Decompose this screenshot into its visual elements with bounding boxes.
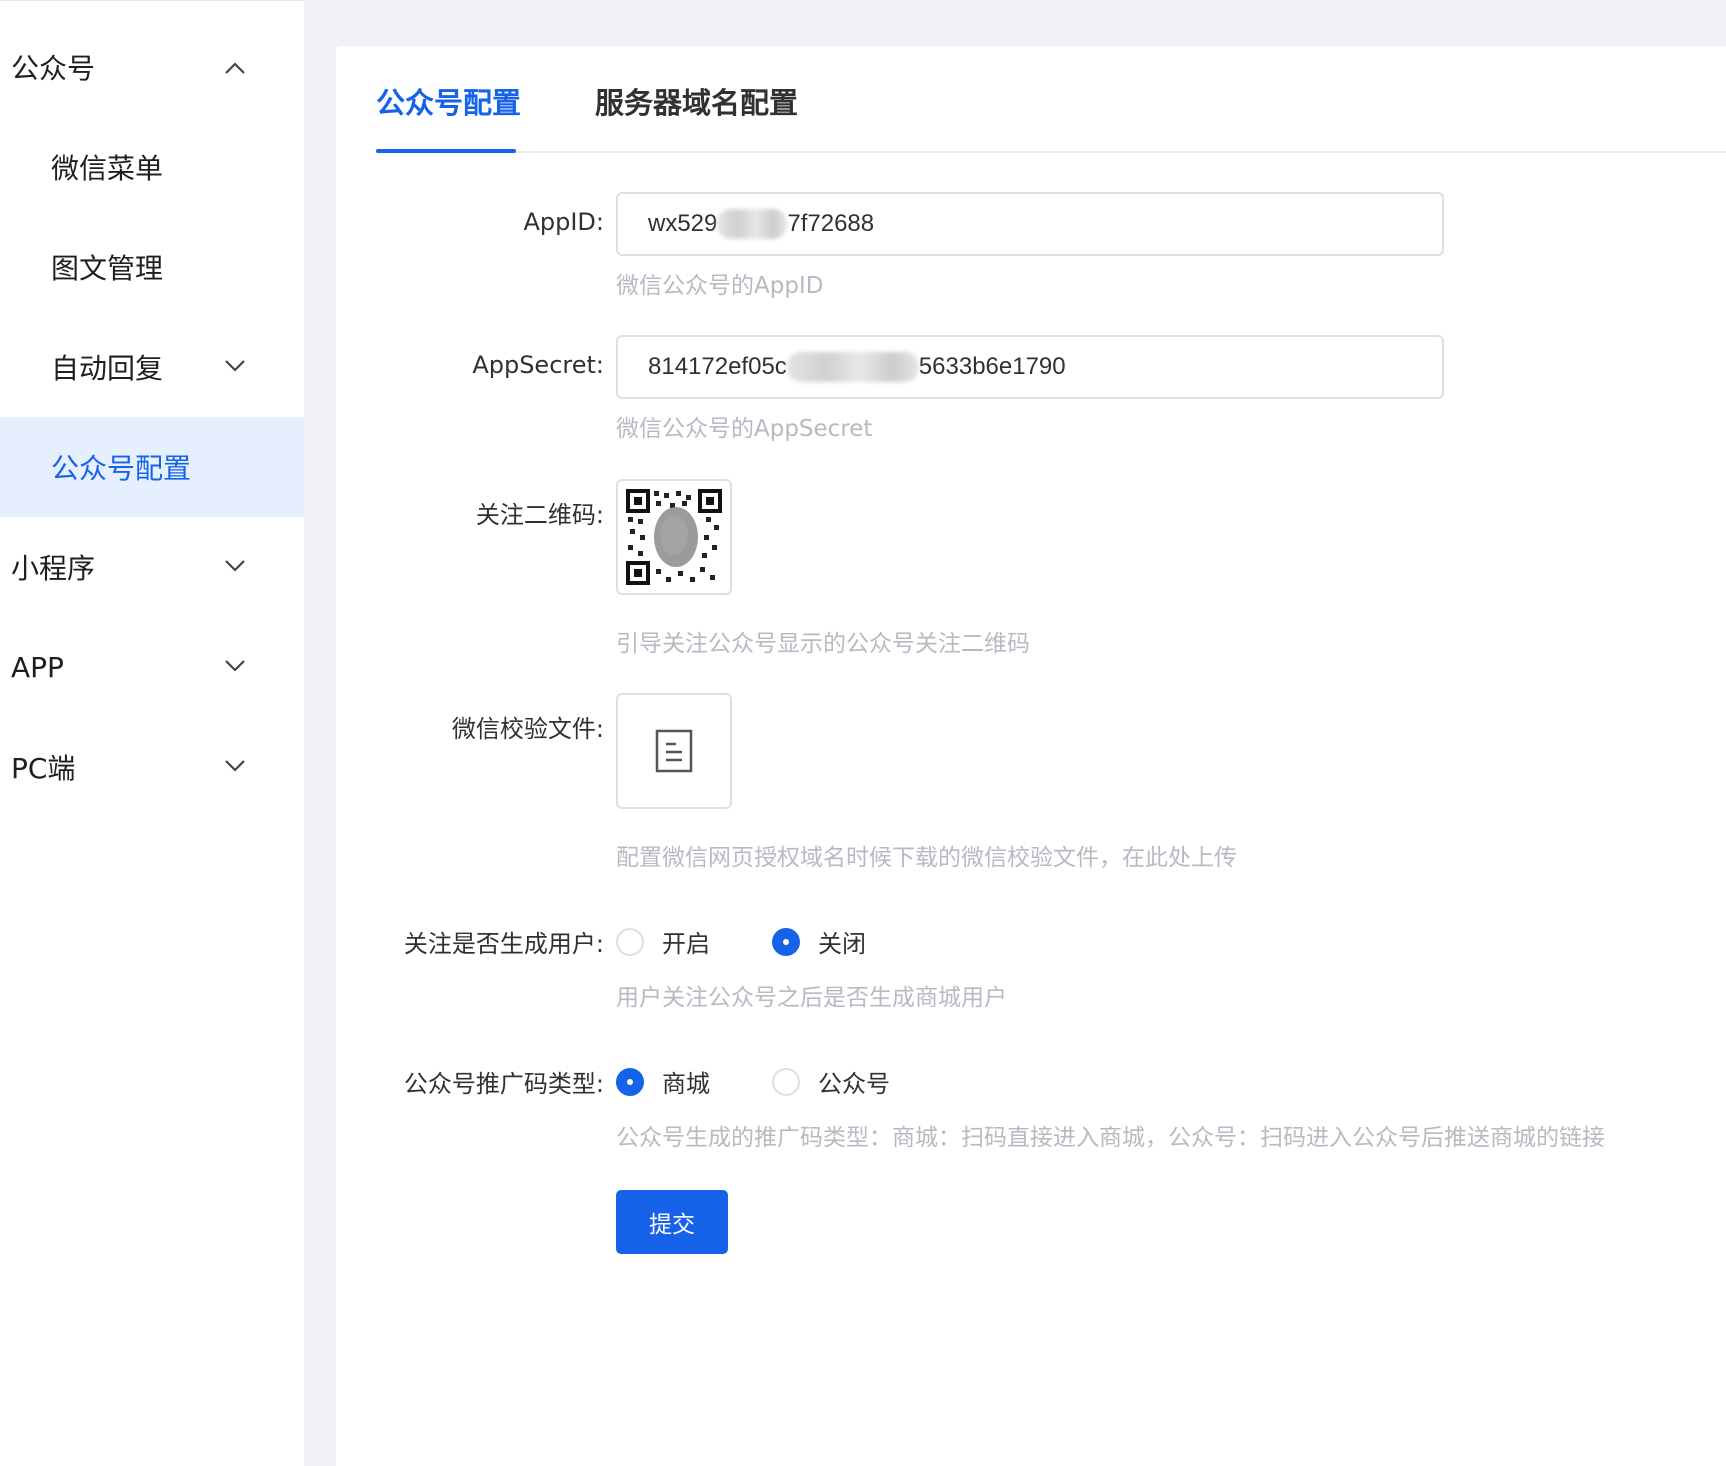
redaction-blur xyxy=(717,209,788,239)
active-tab-indicator xyxy=(376,149,516,153)
appsecret-value-start: 814172ef05c xyxy=(648,353,787,380)
promo-type-mall-radio[interactable]: 商城 xyxy=(616,1064,710,1099)
sidebar-group-label: APP xyxy=(11,650,64,684)
radio-label: 公众号 xyxy=(818,1070,890,1098)
qrcode-label: 关注二维码: xyxy=(475,501,604,529)
follow-user-off-radio[interactable]: 关闭 xyxy=(772,924,866,959)
qrcode-help: 引导关注公众号显示的公众号关注二维码 xyxy=(616,631,1030,657)
radio-dot xyxy=(616,927,644,956)
sidebar-item-weixin-menu[interactable]: 微信菜单 xyxy=(0,117,304,217)
tab-bar: 公众号配置 服务器域名配置 xyxy=(376,46,1726,153)
appid-value-start: wx529 xyxy=(648,210,718,237)
sidebar-group-miniprogram[interactable]: 小程序 xyxy=(0,517,304,617)
submit-button[interactable]: 提交 xyxy=(616,1190,728,1254)
radio-label: 开启 xyxy=(662,930,710,958)
sidebar-group-pc[interactable]: PC端 xyxy=(0,717,304,817)
sidebar-item-auto-reply[interactable]: 自动回复 xyxy=(0,317,304,417)
sidebar-item-article-manage[interactable]: 图文管理 xyxy=(0,217,304,317)
appsecret-value-end: 5633b6e1790 xyxy=(918,353,1066,380)
sidebar-group-gongzhonghao[interactable]: 公众号 xyxy=(0,17,304,117)
promo-type-account-radio[interactable]: 公众号 xyxy=(772,1064,890,1099)
promo-type-help: 公众号生成的推广码类型：商城：扫码直接进入商城，公众号：扫码进入公众号后推送商城… xyxy=(616,1125,1605,1151)
sidebar-item-label: 图文管理 xyxy=(51,252,164,285)
follow-user-on-radio[interactable]: 开启 xyxy=(616,924,710,959)
radio-dot xyxy=(772,1067,800,1096)
sidebar-group-label: 小程序 xyxy=(11,552,96,585)
appsecret-input[interactable]: 814172ef05c 5633b6e1790 xyxy=(616,335,1444,399)
radio-dot xyxy=(616,1067,644,1096)
appid-value-end: 7f72688 xyxy=(787,210,875,237)
appid-help: 微信公众号的AppID xyxy=(616,273,824,299)
sidebar-item-label: 微信菜单 xyxy=(51,152,164,185)
sidebar-group-app[interactable]: APP xyxy=(0,617,304,717)
chevron-down-icon xyxy=(224,559,246,573)
document-icon xyxy=(655,729,693,773)
redaction-blur xyxy=(786,352,919,382)
sidebar-group-label: 公众号 xyxy=(11,52,96,85)
appsecret-help: 微信公众号的AppSecret xyxy=(616,416,873,442)
promo-type-label: 公众号推广码类型: xyxy=(403,1070,604,1098)
radio-label: 商城 xyxy=(662,1070,710,1098)
appid-input[interactable]: wx529 7f72688 xyxy=(616,192,1444,256)
chevron-up-icon xyxy=(224,61,246,75)
chevron-down-icon xyxy=(224,359,246,373)
appid-label: AppID: xyxy=(523,208,604,236)
qrcode-upload[interactable] xyxy=(616,479,732,595)
verify-file-upload[interactable] xyxy=(616,693,732,809)
sidebar: 公众号 微信菜单 图文管理 自动回复 公众号配置 小程序 APP PC端 xyxy=(0,0,304,1466)
config-card: 公众号配置 服务器域名配置 AppID: wx529 7f72688 微信公众号… xyxy=(336,46,1726,1466)
verify-file-help: 配置微信网页授权域名时候下载的微信校验文件，在此处上传 xyxy=(616,845,1237,871)
radio-dot xyxy=(772,927,800,956)
radio-label: 关闭 xyxy=(818,930,866,958)
sidebar-group-label: PC端 xyxy=(11,752,76,785)
chevron-down-icon xyxy=(224,659,246,673)
follow-user-help: 用户关注公众号之后是否生成商城用户 xyxy=(616,985,1007,1011)
sidebar-item-label: 自动回复 xyxy=(51,352,164,385)
sidebar-item-account-config[interactable]: 公众号配置 xyxy=(0,417,304,517)
follow-user-label: 关注是否生成用户: xyxy=(403,930,604,958)
verify-file-label: 微信校验文件: xyxy=(451,715,604,743)
qr-code-icon xyxy=(626,489,722,585)
tab-server-domain-config[interactable]: 服务器域名配置 xyxy=(595,80,798,122)
tab-account-config[interactable]: 公众号配置 xyxy=(376,80,521,122)
chevron-down-icon xyxy=(224,759,246,773)
sidebar-item-label: 公众号配置 xyxy=(51,452,192,485)
appsecret-label: AppSecret: xyxy=(472,351,604,379)
